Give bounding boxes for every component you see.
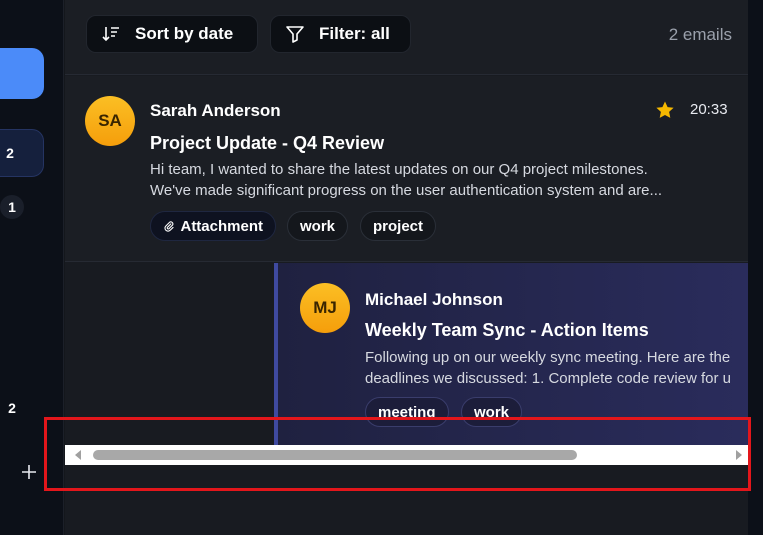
- email-preview: Following up on our weekly sync meeting.…: [365, 347, 731, 389]
- email-time: 20:33: [690, 101, 728, 118]
- sidebar: 2 1 2: [0, 0, 64, 535]
- preview-line: deadlines we discussed: 1. Complete code…: [365, 370, 732, 387]
- folder-count-badge: 1: [0, 195, 24, 219]
- avatar: MJ: [300, 283, 350, 333]
- tag-label: Attachment: [180, 217, 263, 235]
- email-preview: Hi team, I wanted to share the latest up…: [150, 161, 663, 199]
- scroll-right-arrow-icon[interactable]: [734, 449, 744, 461]
- paperclip-icon: [164, 221, 174, 232]
- horizontal-scrollbar[interactable]: [65, 445, 748, 465]
- compose-button[interactable]: [0, 48, 44, 99]
- email-row-selected[interactable]: MJ Michael Johnson Weekly Team Sync - Ac…: [274, 263, 748, 453]
- filter-button[interactable]: Filter: all: [270, 15, 411, 53]
- email-subject: Project Update - Q4 Review: [150, 133, 385, 153]
- preview-line: Following up on our weekly sync meeting.…: [365, 349, 731, 366]
- star-icon[interactable]: [655, 100, 675, 125]
- sort-icon: [102, 27, 119, 42]
- scroll-left-arrow-icon[interactable]: [73, 449, 83, 461]
- attachment-tag[interactable]: Attachment: [150, 211, 276, 241]
- email-row[interactable]: SA Sarah Anderson Project Update - Q4 Re…: [65, 76, 748, 262]
- sort-button[interactable]: Sort by date: [86, 15, 258, 53]
- tag-meeting[interactable]: meeting: [365, 397, 449, 427]
- filter-icon: [286, 26, 304, 43]
- label-count-badge: 2: [8, 400, 16, 416]
- plus-icon[interactable]: [18, 461, 40, 483]
- sort-label: Sort by date: [135, 24, 234, 43]
- list-toolbar: Sort by date Filter: all 2 emails: [65, 0, 748, 75]
- email-subject: Weekly Team Sync - Action Items: [365, 320, 649, 340]
- avatar: SA: [85, 96, 135, 146]
- scrollbar-thumb[interactable]: [93, 450, 577, 460]
- filter-label: Filter: all: [319, 24, 390, 43]
- email-list-pane: Sort by date Filter: all 2 emails SA Sar…: [65, 0, 748, 535]
- sender-name: Michael Johnson: [365, 290, 503, 309]
- right-panel-edge: [748, 0, 763, 535]
- tag-project[interactable]: project: [360, 211, 437, 241]
- tag-work[interactable]: work: [461, 397, 523, 427]
- sender-name: Sarah Anderson: [150, 101, 281, 120]
- tag-work[interactable]: work: [287, 211, 349, 241]
- email-count: 2 emails: [668, 25, 732, 44]
